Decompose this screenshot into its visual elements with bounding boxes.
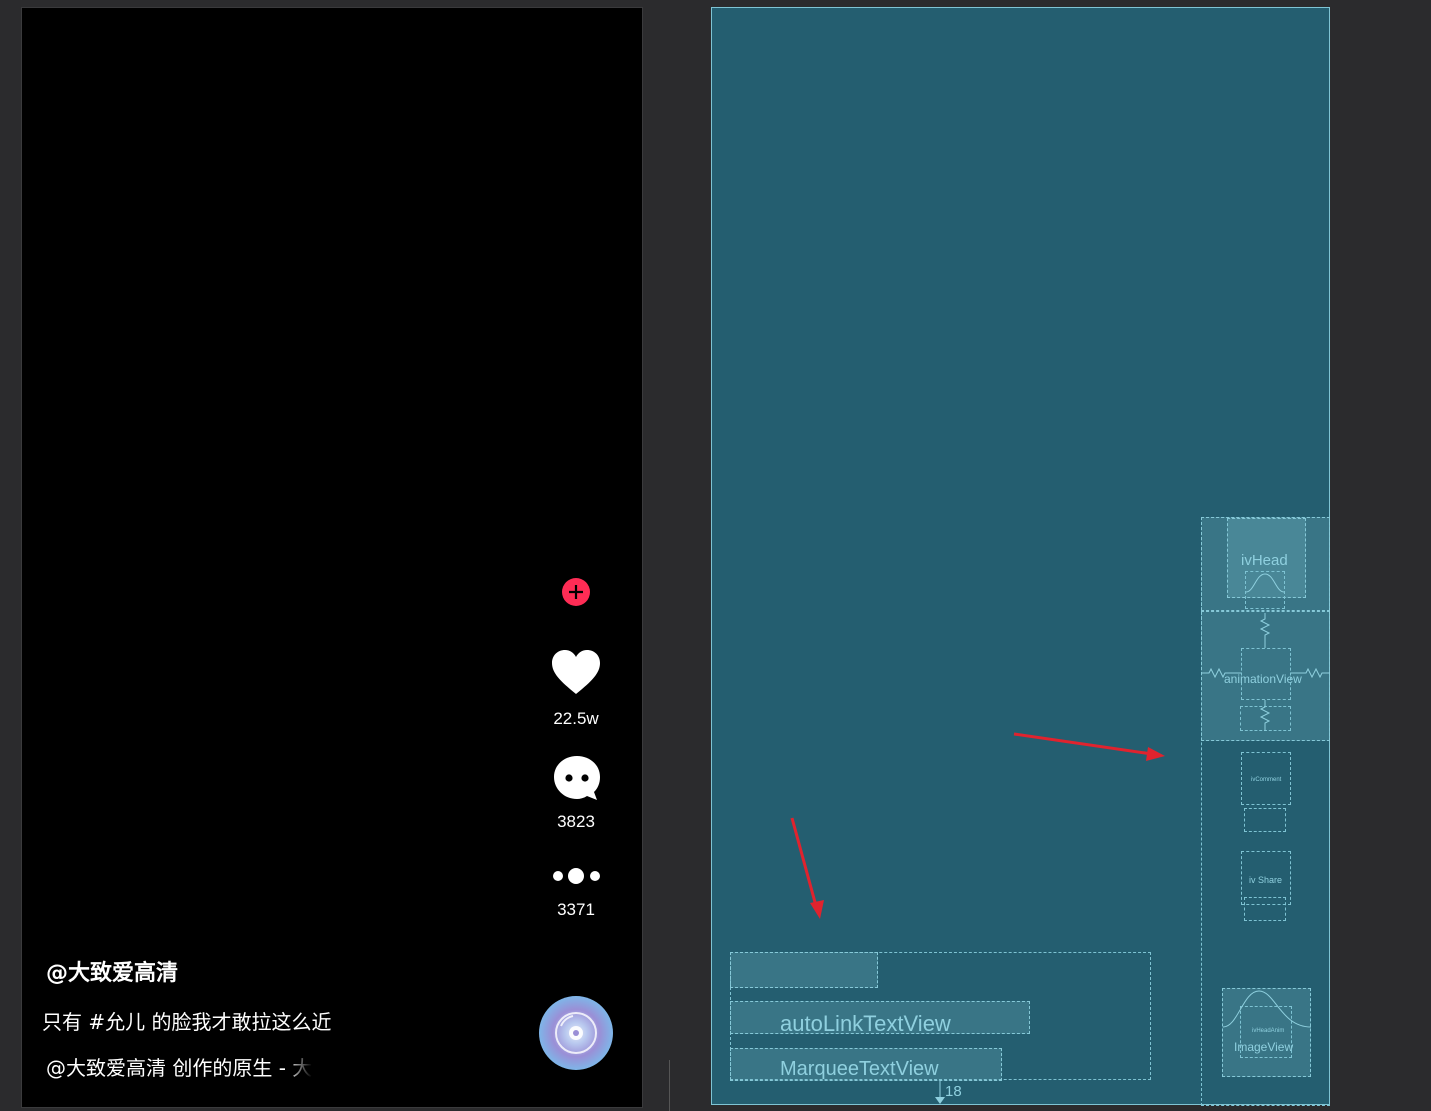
follow-button[interactable] [562, 578, 590, 606]
heart-icon [552, 650, 600, 694]
pane-divider [648, 0, 706, 1111]
share-button[interactable] [550, 865, 604, 887]
plus-icon [569, 585, 583, 599]
video-caption[interactable]: 只有 #允儿 的脸我才敢拉这么近 [42, 1006, 331, 1035]
comment-icon [554, 756, 600, 800]
comment-count: 3823 [557, 812, 595, 831]
author-name[interactable]: @大致爱高清 [46, 955, 178, 987]
share-count: 3371 [557, 900, 595, 919]
disc-icon [555, 1012, 597, 1054]
divider-line [669, 1060, 670, 1111]
blueprint-view: ivHead animationView ivComment iv Share … [711, 7, 1330, 1106]
comment-button[interactable] [551, 754, 603, 804]
marquee-fade [286, 1052, 312, 1082]
like-button[interactable] [550, 648, 602, 698]
music-text: @大致爱高清 创作的原生 - 大 [46, 1056, 312, 1080]
music-disc[interactable] [539, 996, 613, 1070]
more-dots-icon [553, 868, 600, 884]
music-marquee[interactable]: @大致爱高清 创作的原生 - 大 [46, 1052, 312, 1082]
like-count: 22.5w [553, 709, 599, 728]
design-preview: 22.5w 3823 3371 @大致爱高清 只有 #允儿 的脸我才敢拉这么近 … [22, 8, 642, 1107]
annotation-arrows [790, 732, 1165, 919]
